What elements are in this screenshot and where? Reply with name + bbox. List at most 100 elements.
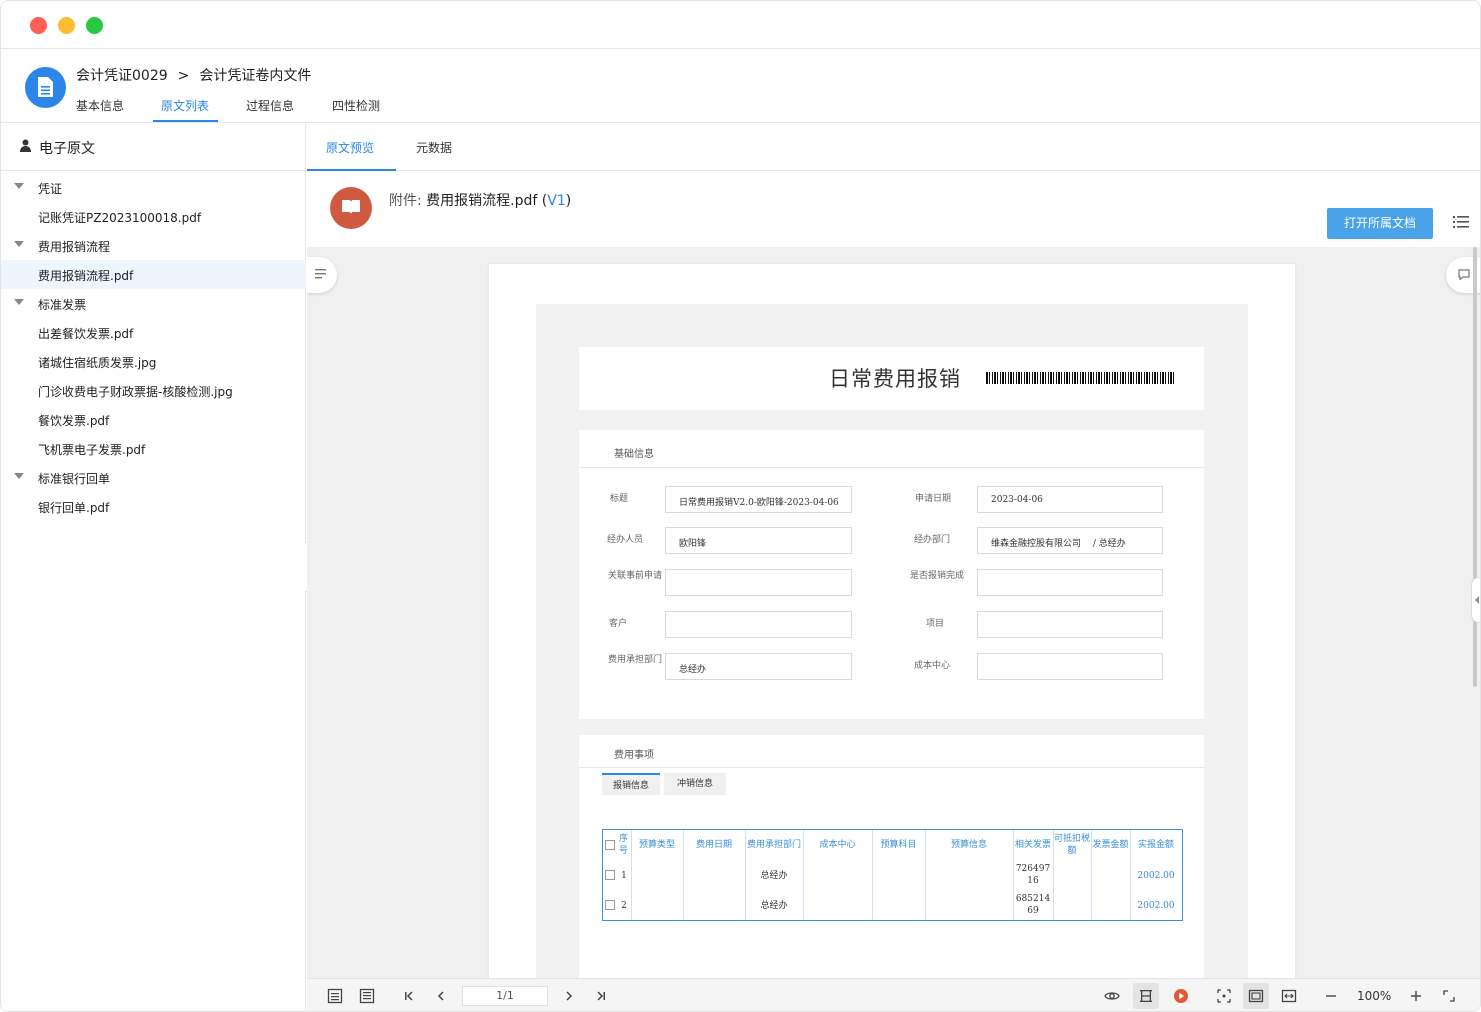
tree-group-invoices[interactable]: 标准发票 <box>1 289 306 318</box>
barcode <box>986 372 1176 384</box>
tree-label: 银行回单.pdf <box>38 501 110 515</box>
maximize-window-button[interactable] <box>86 17 103 34</box>
divider <box>579 767 1204 768</box>
caret-down-icon[interactable] <box>14 299 24 305</box>
row-dept: 总经办 <box>760 901 788 911</box>
tab-metadata[interactable]: 元数据 <box>416 139 452 156</box>
tree-label: 标准发票 <box>38 298 87 312</box>
last-page-icon[interactable] <box>593 988 609 1004</box>
caret-down-icon[interactable] <box>14 183 24 189</box>
tree-label: 诸城住宿纸质发票.jpg <box>38 356 157 370</box>
row-checkbox <box>605 870 615 880</box>
fullscreen-focus-icon[interactable] <box>1216 988 1232 1004</box>
tab-basic-info[interactable]: 基本信息 <box>76 97 124 114</box>
thumbnail-icon[interactable] <box>327 988 343 1004</box>
tree-file[interactable]: 出差餐饮发票.pdf <box>1 318 306 347</box>
fit-page-icon[interactable] <box>1248 988 1264 1004</box>
fit-width-icon[interactable] <box>1281 988 1297 1004</box>
minimize-window-button[interactable] <box>58 17 75 34</box>
expand-icon[interactable] <box>1441 988 1457 1004</box>
select-all-checkbox <box>605 840 615 850</box>
row-dept: 总经办 <box>760 871 788 881</box>
list-icon[interactable] <box>1453 215 1469 229</box>
zoom-in-icon[interactable] <box>1408 988 1424 1004</box>
attachment-prefix: 附件: <box>389 193 422 209</box>
page-content: 日常费用报销 基础信息 标题 日常费用报销V2.0-欧阳锋-2023-04-06… <box>536 304 1248 978</box>
person-icon <box>20 139 31 152</box>
tree-file[interactable]: 诸城住宿纸质发票.jpg <box>1 347 306 376</box>
tree-file[interactable]: 银行回单.pdf <box>1 492 306 521</box>
first-page-icon[interactable] <box>401 988 417 1004</box>
tab-preview[interactable]: 原文预览 <box>326 139 374 156</box>
tree-group-voucher[interactable]: 凭证 <box>1 173 306 202</box>
dept-field: 维森金融控股有限公司 / 总经办 <box>977 527 1163 554</box>
handler-field: 欧阳锋 <box>665 527 852 554</box>
previous-page-icon[interactable] <box>433 988 449 1004</box>
tab-four-checks[interactable]: 四性检测 <box>332 97 380 114</box>
apply-date-field: 2023-04-06 <box>977 486 1163 513</box>
book-icon <box>330 187 372 229</box>
tree-label: 费用报销流程 <box>38 240 111 254</box>
section-title: 基础信息 <box>614 449 654 460</box>
zoom-out-icon[interactable] <box>1323 988 1339 1004</box>
document-viewer: 日常费用报销 基础信息 标题 日常费用报销V2.0-欧阳锋-2023-04-06… <box>307 247 1480 978</box>
field-label: 成本中心 <box>914 661 951 671</box>
title-field: 日常费用报销V2.0-欧阳锋-2023-04-06 <box>665 486 852 513</box>
tree-file-selected[interactable]: 费用报销流程.pdf <box>1 260 306 289</box>
tree-file[interactable]: 飞机票电子发票.pdf <box>1 434 306 463</box>
tree-file[interactable]: 记账凭证PZ2023100018.pdf <box>1 202 306 231</box>
row-invoice: 68521469 <box>1015 894 1051 916</box>
play-icon[interactable] <box>1173 988 1189 1004</box>
table-header: 预算类型 <box>638 840 675 850</box>
field-label: 费用承担部门 <box>608 655 663 665</box>
tree-file[interactable]: 门诊收费电子财政票据-核酸检测.jpg <box>1 376 306 405</box>
outline-toggle-button[interactable] <box>307 257 337 293</box>
attachment-name: 费用报销流程.pdf <box>426 193 538 209</box>
field-label: 关联事前申请 <box>608 571 663 581</box>
sidebar: 电子原文 凭证 记账凭证PZ2023100018.pdf 费用报销流程 费用报销… <box>1 124 306 1011</box>
tab-original-list[interactable]: 原文列表 <box>161 97 209 114</box>
field-label: 经办人员 <box>607 535 644 545</box>
close-window-button[interactable] <box>30 17 47 34</box>
page-number-input[interactable]: 1/1 <box>462 986 548 1006</box>
tree-group-expense-flow[interactable]: 费用报销流程 <box>1 231 306 260</box>
table-header: 序号 <box>618 834 628 856</box>
tree-label: 出差餐饮发票.pdf <box>38 327 134 341</box>
attachment-title: 附件: 费用报销流程.pdf (V1) <box>389 190 571 210</box>
tree-label: 餐饮发票.pdf <box>38 414 110 428</box>
open-document-button[interactable]: 打开所属文档 <box>1327 208 1433 239</box>
document-icon <box>25 67 66 108</box>
caret-down-icon[interactable] <box>14 241 24 247</box>
tree-label: 凭证 <box>38 182 63 196</box>
eye-icon[interactable] <box>1104 988 1120 1004</box>
field-label: 经办部门 <box>914 535 951 545</box>
attachment-version[interactable]: V1 <box>547 193 565 209</box>
tree-group-bank[interactable]: 标准银行回单 <box>1 463 306 492</box>
page-list-icon[interactable] <box>359 988 375 1004</box>
row-number: 2 <box>621 901 627 911</box>
basic-info-section: 基础信息 标题 日常费用报销V2.0-欧阳锋-2023-04-06 申请日期 2… <box>579 430 1204 719</box>
table-header: 预算科目 <box>880 840 917 850</box>
table-header: 费用日期 <box>695 840 732 850</box>
tab-process-info[interactable]: 过程信息 <box>246 97 294 114</box>
chevron-left-icon <box>1475 596 1479 604</box>
field-label: 客户 <box>609 619 628 629</box>
tree-file[interactable]: 餐饮发票.pdf <box>1 405 306 434</box>
field-label: 是否报销完成 <box>909 571 964 581</box>
next-page-icon[interactable] <box>561 988 577 1004</box>
breadcrumb-voucher[interactable]: 会计凭证0029 <box>76 65 168 85</box>
attachment-paren: ) <box>565 193 572 209</box>
row-amount: 2002.00 <box>1137 871 1175 881</box>
cost-center-field <box>977 653 1163 680</box>
pre-application-field <box>665 569 852 596</box>
sidebar-header: 电子原文 <box>1 124 306 171</box>
right-panel-handle[interactable] <box>1471 577 1480 623</box>
caret-down-icon[interactable] <box>14 473 24 479</box>
expense-table: 序号 预算类型 费用日期 费用承担部门 成本中心 预算科目 预算信息 相关发票 … <box>602 829 1183 921</box>
table-header: 费用承担部门 <box>746 840 801 850</box>
fit-height-icon[interactable] <box>1138 988 1154 1004</box>
attachment-paren: ( <box>537 193 548 209</box>
zoom-level: 100% <box>1357 989 1392 1003</box>
tree-label: 记账凭证PZ2023100018.pdf <box>38 211 202 225</box>
main-tabs: 原文预览 元数据 <box>307 124 1480 171</box>
